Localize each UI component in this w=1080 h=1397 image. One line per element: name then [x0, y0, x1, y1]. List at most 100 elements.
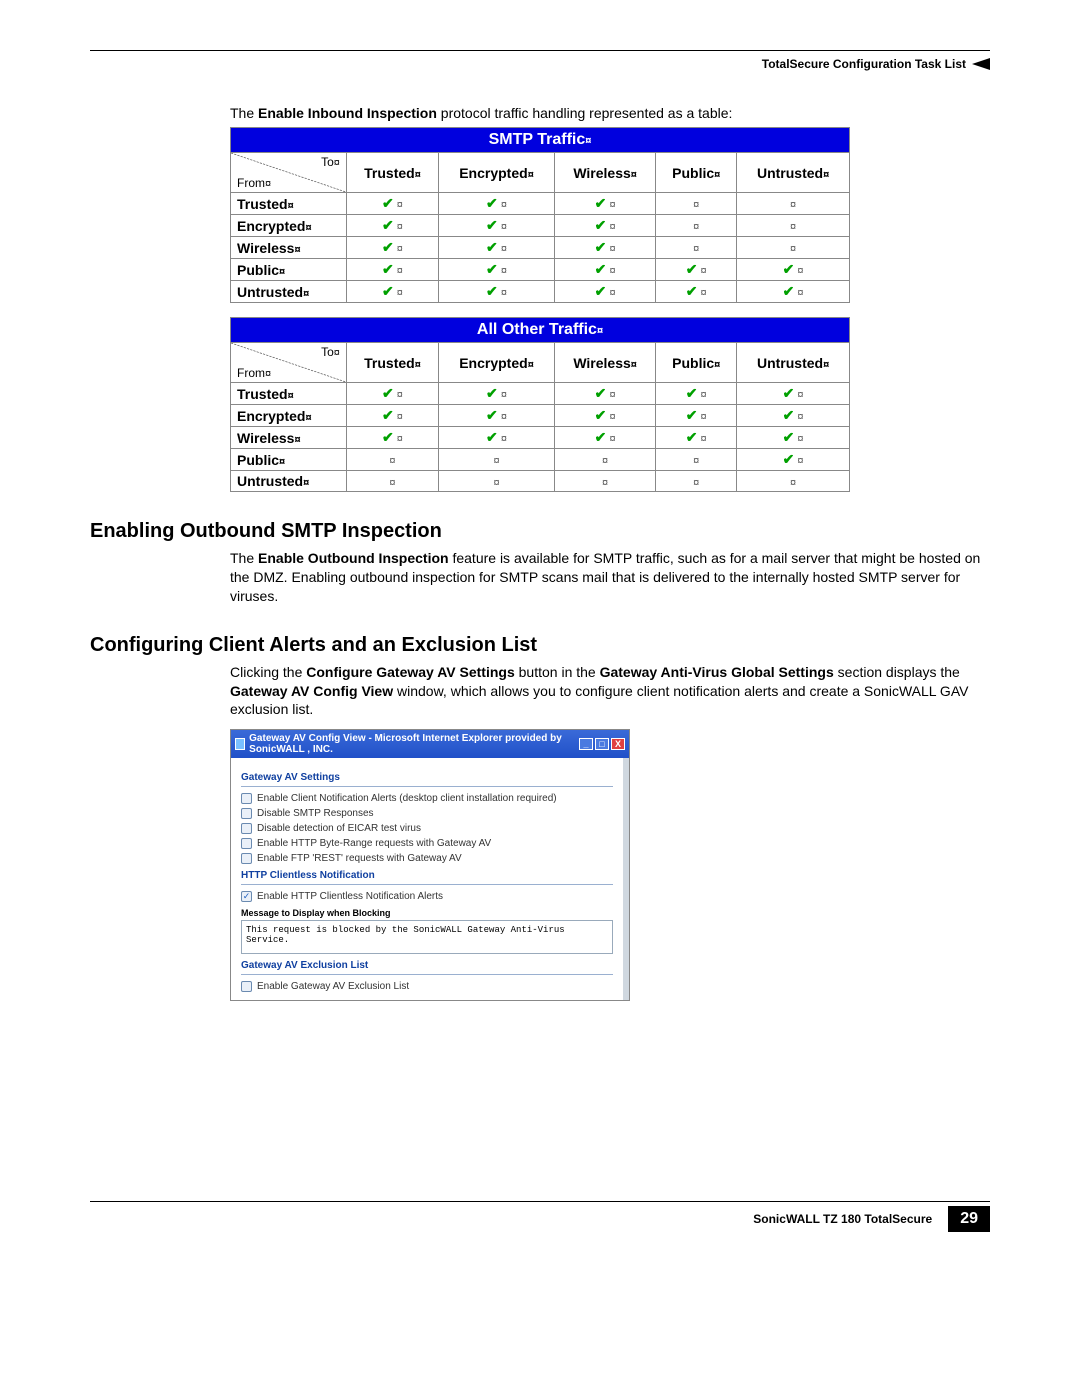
checkbox-row[interactable]: Enable FTP 'REST' requests with Gateway …	[241, 853, 613, 864]
traffic-cell: ✔ ¤	[554, 427, 655, 449]
traffic-cell: ¤	[737, 471, 850, 492]
column-header: Encrypted	[439, 153, 555, 193]
checkbox-label: Enable HTTP Byte-Range requests with Gat…	[257, 838, 491, 849]
header-arrow-icon	[972, 58, 990, 70]
column-header: Untrusted	[737, 343, 850, 383]
checkbox-icon[interactable]	[241, 808, 252, 819]
checkbox-icon[interactable]	[241, 891, 252, 902]
checkbox-row[interactable]: Enable HTTP Byte-Range requests with Gat…	[241, 838, 613, 849]
checkbox-label: Disable SMTP Responses	[257, 808, 374, 819]
traffic-cell: ¤	[656, 193, 737, 215]
row-header: Trusted	[231, 193, 347, 215]
column-header: Encrypted	[439, 343, 555, 383]
table-row: Untrusted✔ ¤✔ ¤✔ ¤✔ ¤✔ ¤	[231, 281, 850, 303]
traffic-cell: ✔ ¤	[346, 237, 438, 259]
clientless-heading: HTTP Clientless Notification	[241, 870, 613, 885]
column-header: Wireless	[554, 153, 655, 193]
traffic-cell: ✔ ¤	[346, 259, 438, 281]
traffic-cell: ✔ ¤	[439, 237, 555, 259]
checkbox-row[interactable]: Enable HTTP Clientless Notification Aler…	[241, 891, 613, 902]
traffic-cell: ✔ ¤	[656, 405, 737, 427]
checkbox-row[interactable]: Enable Gateway AV Exclusion List	[241, 981, 613, 992]
checkbox-icon[interactable]	[241, 838, 252, 849]
traffic-cell: ✔ ¤	[656, 427, 737, 449]
row-header: Wireless	[231, 427, 347, 449]
table-title: SMTP Traffic	[231, 128, 850, 153]
window-title-text: Gateway AV Config View - Microsoft Inter…	[249, 733, 575, 755]
table-corner: ToFrom	[231, 153, 347, 193]
checkbox-label: Enable Gateway AV Exclusion List	[257, 981, 409, 992]
checkbox-icon[interactable]	[241, 853, 252, 864]
traffic-cell: ¤	[656, 471, 737, 492]
traffic-cell: ✔ ¤	[439, 427, 555, 449]
window-titlebar: Gateway AV Config View - Microsoft Inter…	[231, 730, 629, 758]
traffic-cell: ¤	[656, 449, 737, 471]
checkbox-icon[interactable]	[241, 793, 252, 804]
traffic-cell: ✔ ¤	[346, 383, 438, 405]
column-header: Trusted	[346, 343, 438, 383]
traffic-cell: ✔ ¤	[554, 281, 655, 303]
running-header: TotalSecure Configuration Task List	[90, 57, 990, 71]
page-footer: SonicWALL TZ 180 TotalSecure 29	[90, 1206, 990, 1232]
traffic-cell: ✔ ¤	[346, 427, 438, 449]
row-header: Trusted	[231, 383, 347, 405]
traffic-cell: ✔ ¤	[554, 215, 655, 237]
traffic-cell: ✔ ¤	[554, 259, 655, 281]
blocking-message-textarea[interactable]: This request is blocked by the SonicWALL…	[241, 920, 613, 954]
maximize-icon[interactable]: □	[595, 738, 609, 750]
traffic-cell: ✔ ¤	[554, 383, 655, 405]
traffic-cell: ✔ ¤	[346, 281, 438, 303]
row-header: Public	[231, 259, 347, 281]
traffic-cell: ✔ ¤	[346, 215, 438, 237]
table-row: Untrusted¤¤¤¤¤	[231, 471, 850, 492]
traffic-cell: ✔ ¤	[439, 405, 555, 427]
traffic-cell: ✔ ¤	[656, 383, 737, 405]
checkbox-row[interactable]: Enable Client Notification Alerts (deskt…	[241, 793, 613, 804]
traffic-cell: ✔ ¤	[439, 193, 555, 215]
traffic-table: All Other TrafficToFromTrustedEncryptedW…	[230, 317, 850, 492]
traffic-cell: ¤	[554, 449, 655, 471]
traffic-cell: ¤	[439, 471, 555, 492]
table-row: Encrypted✔ ¤✔ ¤✔ ¤✔ ¤✔ ¤	[231, 405, 850, 427]
traffic-cell: ✔ ¤	[554, 405, 655, 427]
exclusion-heading: Gateway AV Exclusion List	[241, 960, 613, 975]
traffic-cell: ¤	[439, 449, 555, 471]
checkbox-row[interactable]: Disable detection of EICAR test virus	[241, 823, 613, 834]
table-row: Trusted✔ ¤✔ ¤✔ ¤¤¤	[231, 193, 850, 215]
row-header: Encrypted	[231, 215, 347, 237]
close-icon[interactable]: X	[611, 738, 625, 750]
checkbox-label: Enable Client Notification Alerts (deskt…	[257, 793, 557, 804]
outbound-paragraph: The Enable Outbound Inspection feature i…	[230, 549, 990, 606]
traffic-cell: ¤	[554, 471, 655, 492]
checkbox-label: Enable HTTP Clientless Notification Aler…	[257, 891, 443, 902]
header-title: TotalSecure Configuration Task List	[762, 57, 966, 71]
table-row: Public¤¤¤¤✔ ¤	[231, 449, 850, 471]
traffic-cell: ✔ ¤	[439, 215, 555, 237]
traffic-cell: ✔ ¤	[737, 449, 850, 471]
table-corner: ToFrom	[231, 343, 347, 383]
table-row: Encrypted✔ ¤✔ ¤✔ ¤¤¤	[231, 215, 850, 237]
checkbox-row[interactable]: Disable SMTP Responses	[241, 808, 613, 819]
column-header: Trusted	[346, 153, 438, 193]
row-header: Encrypted	[231, 405, 347, 427]
checkbox-label: Enable FTP 'REST' requests with Gateway …	[257, 853, 462, 864]
traffic-cell: ✔ ¤	[737, 405, 850, 427]
minimize-icon[interactable]: _	[579, 738, 593, 750]
row-header: Public	[231, 449, 347, 471]
traffic-table: SMTP TrafficToFromTrustedEncryptedWirele…	[230, 127, 850, 303]
traffic-cell: ¤	[346, 449, 438, 471]
footer-product: SonicWALL TZ 180 TotalSecure	[753, 1212, 932, 1226]
section-heading-alerts: Configuring Client Alerts and an Exclusi…	[90, 634, 990, 657]
traffic-cell: ✔ ¤	[737, 427, 850, 449]
table-row: Wireless✔ ¤✔ ¤✔ ¤¤¤	[231, 237, 850, 259]
checkbox-icon[interactable]	[241, 823, 252, 834]
traffic-cell: ✔ ¤	[737, 281, 850, 303]
traffic-cell: ✔ ¤	[656, 259, 737, 281]
checkbox-icon[interactable]	[241, 981, 252, 992]
checkbox-label: Disable detection of EICAR test virus	[257, 823, 421, 834]
message-label: Message to Display when Blocking	[241, 908, 613, 918]
row-header: Untrusted	[231, 471, 347, 492]
section-heading-outbound: Enabling Outbound SMTP Inspection	[90, 520, 990, 543]
traffic-cell: ✔ ¤	[737, 383, 850, 405]
intro-paragraph: The Enable Inbound Inspection protocol t…	[230, 105, 990, 121]
